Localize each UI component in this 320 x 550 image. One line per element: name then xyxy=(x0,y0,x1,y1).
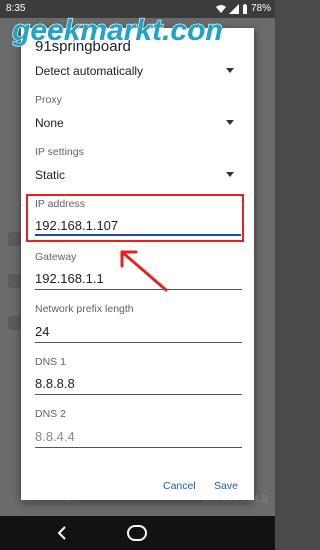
prefix-length-input[interactable]: 24 xyxy=(35,324,49,339)
ip-settings-dropdown[interactable]: Static xyxy=(35,168,65,182)
battery-percent: 78% xyxy=(250,3,271,14)
dns2-label: DNS 2 xyxy=(35,408,66,420)
battery-icon xyxy=(242,3,247,14)
proxy-dropdown[interactable]: None xyxy=(35,116,64,130)
annotation-arrow-icon xyxy=(120,250,168,292)
status-icons: 78% xyxy=(215,3,271,14)
proxy-label: Proxy xyxy=(35,94,62,106)
back-icon[interactable] xyxy=(56,525,68,541)
background-icon xyxy=(8,316,22,330)
ip-settings-label: IP settings xyxy=(35,146,84,158)
save-button[interactable]: Save xyxy=(214,480,238,492)
dns1-underline xyxy=(35,394,242,395)
chevron-down-icon[interactable] xyxy=(226,68,234,73)
signal-icon xyxy=(228,3,239,14)
chevron-down-icon[interactable] xyxy=(226,172,234,177)
dns2-underline xyxy=(35,447,242,448)
prefix-length-underline xyxy=(35,342,242,343)
proxy-setting-value[interactable]: Detect automatically xyxy=(35,64,143,78)
dns2-input[interactable]: 8.8.4.4 xyxy=(35,429,75,444)
cancel-button[interactable]: Cancel xyxy=(163,480,196,492)
watermark-logo: geekmarkt.com xyxy=(12,13,222,47)
background-icon xyxy=(8,274,22,288)
svg-text:geekmarkt.com: geekmarkt.com xyxy=(12,14,222,47)
gateway-label: Gateway xyxy=(35,251,77,263)
dns1-label: DNS 1 xyxy=(35,356,66,368)
dns1-input[interactable]: 8.8.8.8 xyxy=(35,376,75,391)
highlight-box xyxy=(26,194,244,242)
background-icon xyxy=(8,232,22,246)
gateway-input[interactable]: 192.168.1.1 xyxy=(35,271,104,286)
prefix-length-label: Network prefix length xyxy=(35,303,134,315)
home-icon[interactable] xyxy=(127,525,147,541)
navigation-bar xyxy=(0,516,275,550)
chevron-down-icon[interactable] xyxy=(226,120,234,125)
